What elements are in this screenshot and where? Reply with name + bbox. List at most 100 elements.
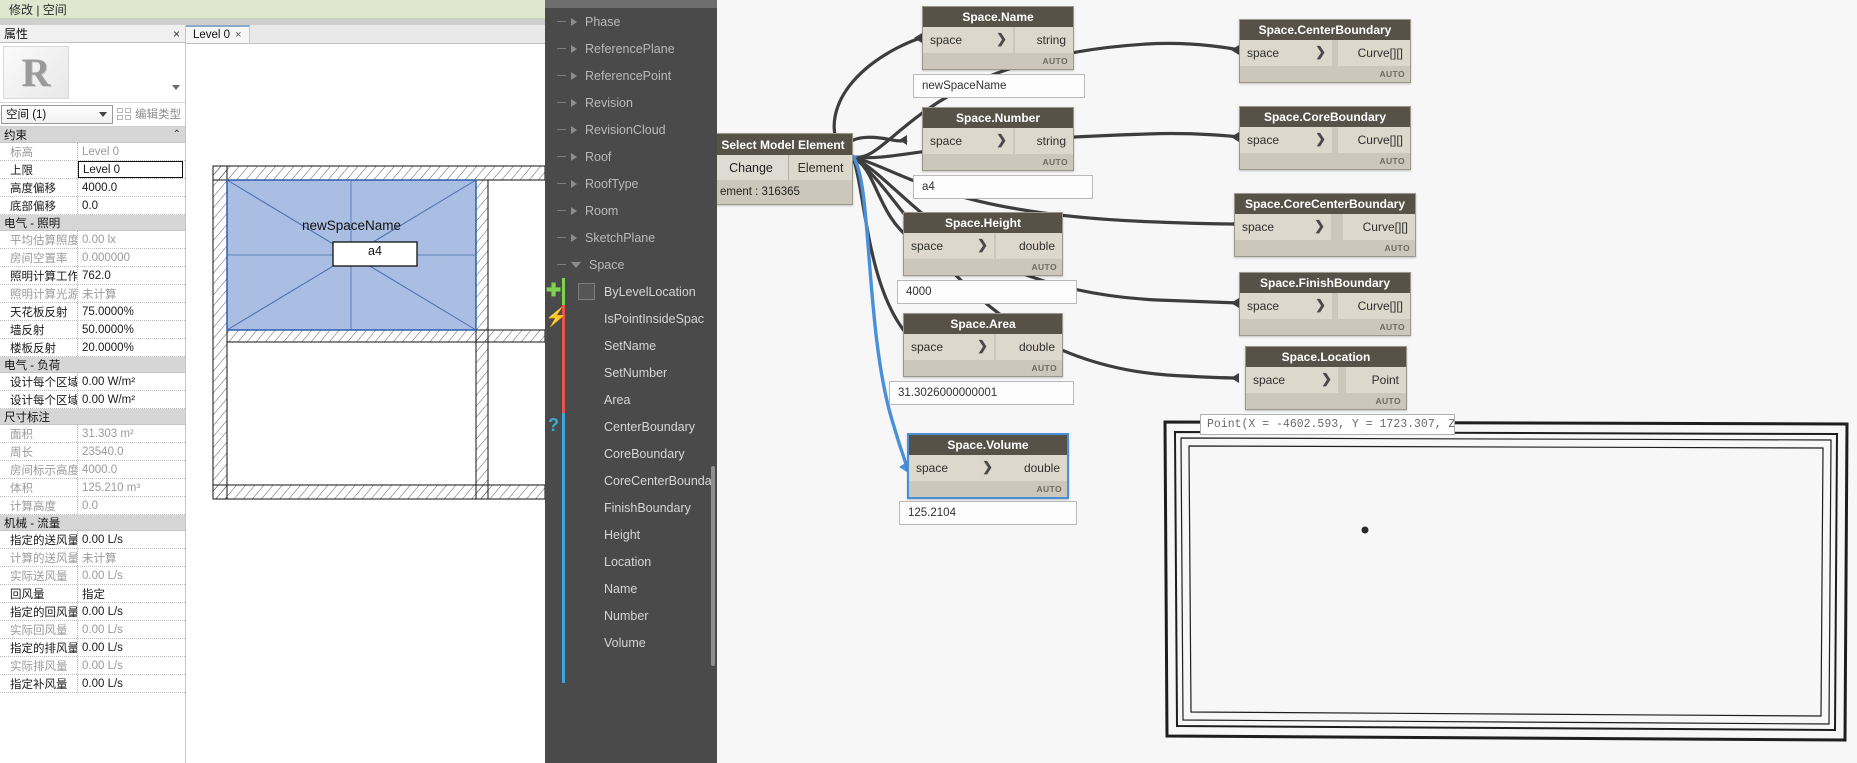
dynamo-workspace-canvas[interactable]: Select Model Element Change Element emen… bbox=[717, 0, 1857, 763]
output-port-element[interactable]: Element bbox=[789, 155, 852, 180]
property-row[interactable]: 指定的排风量 0.00 L/s bbox=[0, 639, 185, 657]
watch-value-box[interactable]: newSpaceName bbox=[913, 74, 1085, 98]
node-space-area[interactable]: Space.Area space ❯ double AUTO bbox=[903, 313, 1063, 377]
node-space-location[interactable]: Space.Location space ❯ Point AUTO bbox=[1245, 346, 1407, 410]
library-item-volume[interactable]: Volume bbox=[545, 629, 717, 656]
library-category-space[interactable]: Space bbox=[545, 251, 717, 278]
input-port-space[interactable]: space ❯ bbox=[1240, 40, 1332, 66]
node-select-model-element[interactable]: Select Model Element Change Element emen… bbox=[717, 133, 853, 205]
input-port-space[interactable]: space ❯ bbox=[1240, 127, 1332, 153]
revit-plan-canvas[interactable]: newSpaceName a4 bbox=[186, 44, 546, 763]
property-value[interactable]: Level 0 bbox=[78, 161, 183, 178]
property-row[interactable]: 上限 Level 0 bbox=[0, 161, 185, 179]
property-group-header[interactable]: 电气 - 负荷 bbox=[0, 357, 185, 373]
chevron-right-icon[interactable] bbox=[571, 179, 577, 188]
close-icon[interactable]: × bbox=[235, 29, 241, 41]
property-group-header[interactable]: 电气 - 照明 bbox=[0, 215, 185, 231]
node-space-height[interactable]: Space.Height space ❯ double AUTO bbox=[903, 212, 1063, 276]
property-value[interactable]: 未计算 bbox=[78, 549, 185, 566]
property-row[interactable]: 计算的送风量 未计算 bbox=[0, 549, 185, 567]
property-value[interactable]: 0.00 L/s bbox=[78, 657, 185, 674]
property-row[interactable]: 房间标示高度 4000.0 bbox=[0, 461, 185, 479]
property-value[interactable]: 0.000000 bbox=[78, 249, 185, 266]
property-group-header[interactable]: 尺寸标注 bbox=[0, 409, 185, 425]
chevron-right-icon[interactable] bbox=[571, 233, 577, 242]
chevron-right-icon[interactable] bbox=[571, 71, 577, 80]
property-row[interactable]: 实际送风量 0.00 L/s bbox=[0, 567, 185, 585]
property-value[interactable]: 0.00 lx bbox=[78, 231, 185, 248]
output-port[interactable]: Curve[][] bbox=[1338, 293, 1410, 319]
output-port[interactable]: Curve[][] bbox=[1338, 40, 1410, 66]
property-value[interactable]: 0.00 L/s bbox=[78, 639, 185, 656]
library-category-phase[interactable]: Phase bbox=[545, 8, 717, 35]
watch-value-box[interactable]: a4 bbox=[913, 175, 1093, 199]
property-value[interactable]: 0.00 W/m² bbox=[78, 391, 185, 408]
property-value[interactable]: 0.0 bbox=[78, 497, 185, 514]
properties-table[interactable]: 约束 ⌃ 标高 Level 0 上限 Level 0 高度偏移 4000.0 底部偏移 0.0 电气… bbox=[0, 126, 185, 763]
property-row[interactable]: 照明计算工作...762.0 bbox=[0, 267, 185, 285]
dynamo-library-panel[interactable]: Phase ReferencePlane ReferencePoint Revisio… bbox=[545, 0, 717, 763]
library-category-room[interactable]: Room bbox=[545, 197, 717, 224]
library-item-ispointinsidespac[interactable]: IsPointInsideSpac bbox=[545, 305, 717, 332]
property-row[interactable]: 照明计算光源...未计算 bbox=[0, 285, 185, 303]
property-value[interactable]: 4000.0 bbox=[78, 461, 185, 478]
property-row[interactable]: 指定补风量 0.00 L/s bbox=[0, 675, 185, 693]
property-value[interactable]: 762.0 bbox=[78, 267, 185, 284]
library-item-location[interactable]: Location bbox=[545, 548, 717, 575]
output-port[interactable]: double bbox=[999, 455, 1067, 481]
node-space-finishboundary[interactable]: Space.FinishBoundary space ❯ Curve[][] AUTO bbox=[1239, 272, 1411, 336]
property-value[interactable]: 50.0000% bbox=[78, 321, 185, 338]
property-value[interactable]: 31.303 m² bbox=[78, 425, 185, 442]
library-item-area[interactable]: Area bbox=[545, 386, 717, 413]
property-row[interactable]: 房间空置率 0.000000 bbox=[0, 249, 185, 267]
property-value[interactable]: 未计算 bbox=[78, 285, 185, 302]
property-value[interactable]: 0.00 W/m² bbox=[78, 373, 185, 390]
property-value[interactable]: 20.0000% bbox=[78, 339, 185, 356]
collapse-icon[interactable]: ⌃ bbox=[173, 129, 181, 140]
property-value[interactable]: 0.00 L/s bbox=[78, 567, 185, 584]
property-value[interactable]: 0.00 L/s bbox=[78, 531, 185, 548]
property-row[interactable]: 设计每个区域...0.00 W/m² bbox=[0, 373, 185, 391]
output-port[interactable]: Point bbox=[1346, 367, 1406, 393]
library-category-revision[interactable]: Revision bbox=[545, 89, 717, 116]
chevron-down-icon[interactable] bbox=[172, 85, 180, 90]
property-value[interactable]: 0.00 L/s bbox=[78, 603, 185, 620]
property-row[interactable]: 高度偏移 4000.0 bbox=[0, 179, 185, 197]
library-category-revisioncloud[interactable]: RevisionCloud bbox=[545, 116, 717, 143]
property-row[interactable]: 体积 125.210 m³ bbox=[0, 479, 185, 497]
property-value[interactable]: 0.00 L/s bbox=[78, 675, 185, 692]
input-port-space[interactable]: space ❯ bbox=[1246, 367, 1338, 393]
input-port-space[interactable]: space ❯ bbox=[1235, 214, 1331, 240]
view-tab-level0[interactable]: Level 0 × bbox=[186, 25, 250, 43]
property-value[interactable]: 75.0000% bbox=[78, 303, 185, 320]
input-port-space[interactable]: space ❯ bbox=[909, 455, 999, 481]
node-space-volume[interactable]: Space.Volume space ❯ double AUTO bbox=[907, 433, 1069, 499]
library-scrollbar[interactable] bbox=[711, 466, 715, 666]
property-value[interactable]: 125.210 m³ bbox=[78, 479, 185, 496]
property-row[interactable]: 指定的回风量 0.00 L/s bbox=[0, 603, 185, 621]
property-group-header[interactable]: 机械 - 流量 bbox=[0, 515, 185, 531]
library-category-referencepoint[interactable]: ReferencePoint bbox=[545, 62, 717, 89]
library-item-bylevellocation[interactable]: ByLevelLocation bbox=[545, 278, 717, 305]
property-value[interactable]: 23540.0 bbox=[78, 443, 185, 460]
chevron-right-icon[interactable] bbox=[571, 98, 577, 107]
property-value[interactable]: 4000.0 bbox=[78, 179, 185, 196]
watch-value-box[interactable]: 125.2104 bbox=[899, 501, 1077, 525]
library-item-height[interactable]: Height bbox=[545, 521, 717, 548]
library-category-roof[interactable]: Roof bbox=[545, 143, 717, 170]
property-row[interactable]: 实际排风量 0.00 L/s bbox=[0, 657, 185, 675]
node-space-number[interactable]: Space.Number space ❯ string AUTO bbox=[922, 107, 1074, 171]
property-row[interactable]: 天花板反射 75.0000% bbox=[0, 303, 185, 321]
output-port[interactable]: string bbox=[1015, 128, 1073, 154]
property-row[interactable]: 周长 23540.0 bbox=[0, 443, 185, 461]
library-list[interactable]: Phase ReferencePlane ReferencePoint Revisio… bbox=[545, 8, 717, 683]
input-port-space[interactable]: space ❯ bbox=[904, 233, 994, 259]
library-item-setname[interactable]: SetName bbox=[545, 332, 717, 359]
chevron-down-icon[interactable] bbox=[571, 261, 581, 268]
library-item-finishboundary[interactable]: FinishBoundary bbox=[545, 494, 717, 521]
chevron-right-icon[interactable] bbox=[571, 44, 577, 53]
input-port-space[interactable]: space ❯ bbox=[904, 334, 994, 360]
watch-value-box[interactable]: 31.3026000000001 bbox=[889, 381, 1074, 405]
chevron-right-icon[interactable] bbox=[571, 125, 577, 134]
property-value[interactable]: 0.00 L/s bbox=[78, 621, 185, 638]
